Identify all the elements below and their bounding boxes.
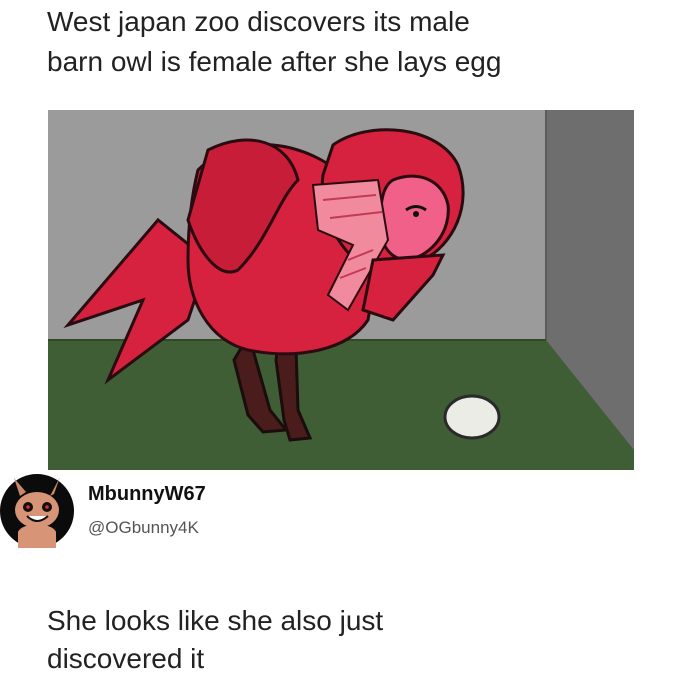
egg: [443, 394, 501, 440]
reply-handle[interactable]: @OGbunny4K: [88, 518, 199, 538]
reply-username[interactable]: MbunnyW67: [88, 483, 206, 506]
reply-text: She looks like she also just discovered …: [47, 605, 384, 674]
bunny-avatar[interactable]: [0, 474, 74, 548]
owl-egg-illustration: [48, 110, 634, 470]
post-headline: West japan zoo discovers its male barn o…: [47, 6, 502, 77]
